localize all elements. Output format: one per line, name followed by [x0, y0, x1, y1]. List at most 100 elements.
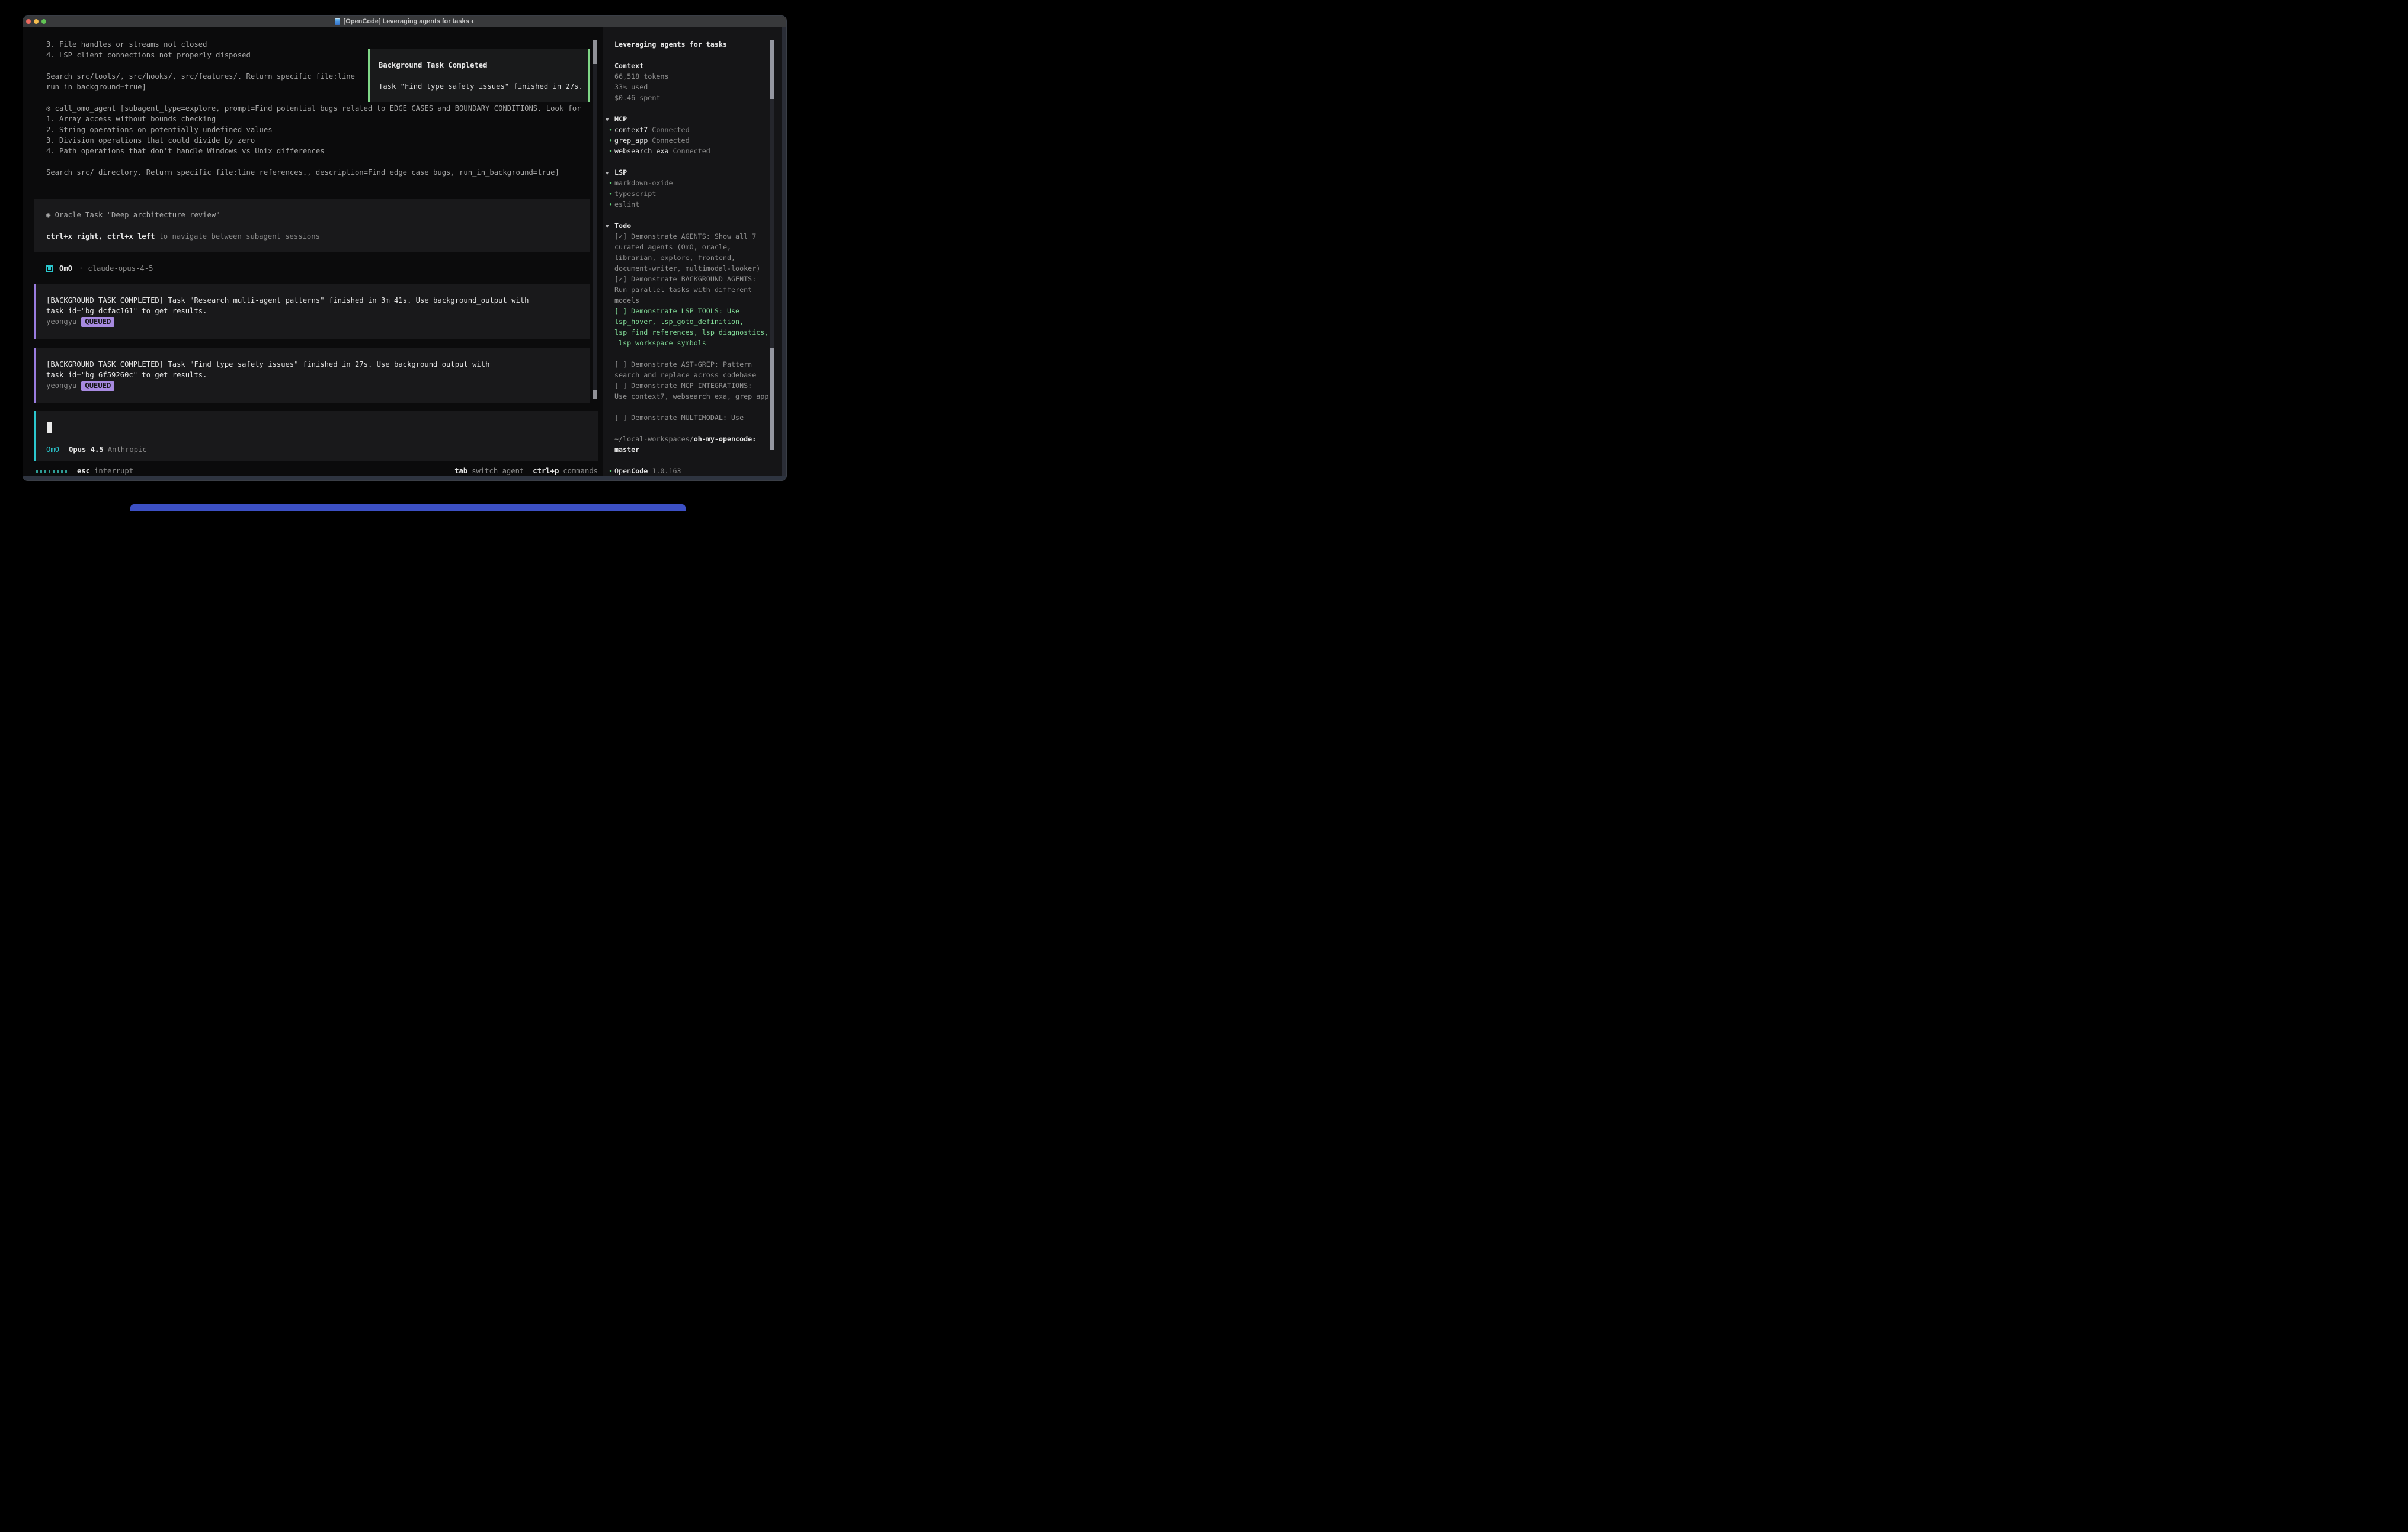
message-meta: yeongyu QUEUED: [46, 380, 590, 391]
close-button[interactable]: [26, 19, 31, 24]
todo-item: [ ] Demonstrate MCP INTEGRATIONS: Use co…: [614, 380, 770, 402]
lsp-item: •eslint: [614, 199, 770, 210]
bullet-icon: •: [609, 199, 614, 210]
session-title: Leveraging agents for tasks: [614, 39, 770, 50]
todo-line: document-writer, multimodal-looker): [614, 263, 770, 274]
todo-line: Run parallel tasks with different: [614, 284, 770, 295]
mcp-status: Connected: [652, 136, 689, 145]
tab-key-label: switch agent: [472, 466, 524, 476]
todo-item: [ ] Demonstrate MULTIMODAL: Use: [614, 412, 770, 423]
todo-line: curated agents (OmO, oracle,: [614, 242, 770, 252]
statusbar-right: tab switch agent ctrl+p commands: [454, 466, 598, 476]
ctrlp-key-label: commands: [563, 466, 598, 476]
mcp-item: •websearch_exaConnected: [614, 146, 770, 156]
oracle-hint: ctrl+x right, ctrl+x left to navigate bet…: [46, 231, 590, 242]
todo-line: lsp_find_references, lsp_diagnostics,: [614, 327, 770, 338]
ctrlp-key-hint: ctrl+p: [533, 466, 559, 476]
todo-line: lsp_hover, lsp_goto_definition,: [614, 316, 770, 327]
main-scrollbar-thumb[interactable]: [593, 390, 597, 399]
agent-square-icon: [46, 265, 53, 272]
input-model: Opus 4.5: [69, 444, 104, 455]
tool-call-line: ⚙ call_omo_agent [subagent_type=explore,…: [46, 103, 581, 114]
todo-line: search and replace across codebase: [614, 370, 770, 380]
mcp-name: websearch_exa: [614, 147, 668, 155]
tool-call-text: ⚙ call_omo_agent [subagent_type=explore,…: [46, 103, 581, 178]
sidebar-scrollbar[interactable]: [770, 40, 774, 450]
context-spent: $0.46 spent: [614, 92, 770, 103]
lsp-section-header[interactable]: ▼LSP: [614, 167, 770, 178]
tool-call-line: 4. Path operations that don't handle Win…: [46, 146, 581, 156]
todo-line: librarian, explore, frontend,: [614, 252, 770, 263]
tab-key-hint: tab: [454, 466, 467, 476]
context-tokens: 66,518 tokens: [614, 71, 770, 82]
agent-name: OmO: [59, 263, 72, 274]
workspace-path: ~/local-workspaces/oh-my-opencode:: [614, 434, 770, 444]
context-used: 33% used: [614, 82, 770, 92]
todo-line: [ ] Demonstrate MCP INTEGRATIONS:: [614, 380, 770, 391]
todo-line: [✓] Demonstrate AGENTS: Show all 7: [614, 231, 770, 242]
tool-call-line: [46, 156, 581, 167]
app-name-bold: Code: [631, 467, 648, 475]
lsp-name: eslint: [614, 200, 639, 209]
zoom-button[interactable]: [41, 19, 46, 24]
sidebar-content: Leveraging agents for tasks Context 66,5…: [614, 39, 770, 476]
todo-line: [✓] Demonstrate BACKGROUND AGENTS:: [614, 274, 770, 284]
statusbar-left: esc interrupt: [36, 466, 133, 476]
toast-title: Background Task Completed: [379, 60, 588, 70]
bullet-icon: •: [609, 178, 614, 188]
main-scrollbar-thumb[interactable]: [593, 40, 597, 64]
app-name: Open: [614, 467, 631, 475]
mcp-status: Connected: [673, 147, 710, 155]
tool-call-line: 1. Array access without bounds checking: [46, 114, 581, 124]
context-heading: Context: [614, 60, 770, 71]
todo-line: [ ] Demonstrate MULTIMODAL: Use: [614, 412, 770, 423]
todo-line: Use context7, websearch_exa, grep_app: [614, 391, 770, 402]
workspace-branch: master: [614, 444, 770, 455]
prompt-input[interactable]: OmO Opus 4.5 Anthropic: [34, 411, 598, 461]
todo-line: [ ] Demonstrate LSP TOOLS: Use: [614, 306, 770, 316]
todo-item: [✓] Demonstrate BACKGROUND AGENTS: Run p…: [614, 274, 770, 306]
status-badge: QUEUED: [81, 381, 114, 391]
todo-item: [ ] Demonstrate AST-GREP: Pattern search…: [614, 359, 770, 380]
oracle-hint-text: to navigate between subagent sessions: [159, 232, 320, 241]
todo-heading: Todo: [614, 222, 631, 230]
sidebar-scrollbar-thumb[interactable]: [770, 348, 774, 450]
todo-section-header[interactable]: ▼Todo: [614, 220, 770, 231]
todo-line: models: [614, 295, 770, 306]
scrollback-line: 4. LSP client connections not properly d…: [46, 50, 355, 60]
message-line: task_id="bg_6f59260c" to get results.: [46, 370, 590, 380]
window-title: [OpenCode] Leveraging agents for tasks ◐: [344, 18, 475, 25]
lsp-item: •markdown-oxide: [614, 178, 770, 188]
document-icon: [335, 18, 340, 25]
window-bottom-bar: [23, 476, 786, 480]
bullet-icon: •: [609, 146, 614, 156]
message-block: [BACKGROUND TASK COMPLETED] Task "Resear…: [34, 284, 590, 339]
message-meta: yeongyu QUEUED: [46, 316, 590, 327]
chevron-down-icon: ▼: [606, 222, 614, 232]
text-cursor: [47, 422, 52, 433]
agent-header: OmO · claude-opus-4-5: [46, 263, 153, 274]
bullet-icon: •: [609, 124, 614, 135]
sidebar-scrollbar-thumb[interactable]: [770, 40, 774, 99]
title-bar: [OpenCode] Leveraging agents for tasks ◐: [23, 16, 786, 27]
main-scrollbar[interactable]: [593, 40, 597, 399]
input-provider: Anthropic: [108, 444, 147, 455]
lsp-name: markdown-oxide: [614, 179, 673, 187]
mcp-name: context7: [614, 126, 648, 134]
mcp-heading: MCP: [614, 115, 627, 123]
mcp-status: Connected: [652, 126, 689, 134]
todo-line: lsp_workspace_symbols: [614, 338, 770, 348]
todo-item: [ ] Demonstrate LSP TOOLS: Use lsp_hover…: [614, 306, 770, 348]
oracle-hint-keys: ctrl+x right, ctrl+x left: [46, 232, 155, 241]
minimize-button[interactable]: [34, 19, 39, 24]
dock-bar[interactable]: [130, 504, 686, 511]
todo-item: [✓] Demonstrate AGENTS: Show all 7 curat…: [614, 231, 770, 274]
agent-model: claude-opus-4-5: [88, 263, 153, 274]
mcp-section-header[interactable]: ▼MCP: [614, 114, 770, 124]
scrollback-line: run_in_background=true]: [46, 82, 355, 92]
message-line: [BACKGROUND TASK COMPLETED] Task "Resear…: [46, 295, 590, 306]
message-line: [BACKGROUND TASK COMPLETED] Task "Find t…: [46, 359, 590, 370]
tool-call-line: 3. Division operations that could divide…: [46, 135, 581, 146]
lsp-name: typescript: [614, 190, 656, 198]
bullet-icon: •: [609, 135, 614, 146]
